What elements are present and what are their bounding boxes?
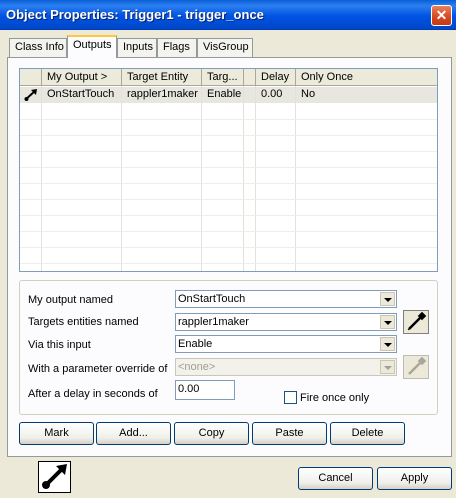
delay-label: After a delay in seconds of [28,388,158,400]
column-header-delay[interactable]: Delay [256,69,296,86]
column-header-target-entity[interactable]: Target Entity [122,69,202,86]
grid-line [20,135,437,136]
cell-my-output: OnStartTouch [47,88,115,100]
apply-button[interactable]: Apply [377,467,452,490]
tab-outputs[interactable]: Outputs [67,35,117,58]
grid-line [20,231,437,232]
tab-label: Inputs [123,41,153,53]
table-row[interactable]: OnStartTouch rappler1maker Enable 0.00 N… [20,87,437,103]
tab-label: Flags [163,41,190,53]
input-combo[interactable]: Enable [175,335,397,353]
tab-label: VisGroup [203,41,249,53]
chevron-down-icon[interactable] [380,337,395,351]
close-icon: ✕ [435,7,448,23]
icon-column-header[interactable] [20,69,42,86]
grid-line [243,86,244,271]
grid-line [20,247,437,248]
close-button[interactable]: ✕ [431,5,452,26]
grid-line [20,119,437,120]
input-label: Via this input [28,339,91,351]
cell-delay: 0.00 [261,88,283,100]
eyedropper-icon [408,356,427,375]
chevron-down-icon[interactable] [380,292,395,306]
copy-button[interactable]: Copy [174,422,249,445]
tab-inputs[interactable]: Inputs [117,38,157,57]
delete-button[interactable]: Delete [330,422,405,445]
column-header-parameter[interactable] [244,69,256,86]
cancel-button[interactable]: Cancel [298,467,373,490]
target-entity-combo[interactable]: rappler1maker [175,313,397,331]
grid-line [201,86,202,271]
parameter-override-value: <none> [178,361,216,373]
parameter-picker-button [403,355,429,379]
grid-line [20,215,437,216]
eyedropper-icon [407,311,427,331]
target-entity-value: rappler1maker [178,316,249,328]
tab-visgroup[interactable]: VisGroup [197,38,253,57]
column-header-my-output[interactable]: My Output > [42,69,122,86]
grid-line [41,86,42,271]
output-arrow-icon [42,464,67,489]
list-header: My Output > Target Entity Targ... Delay … [20,69,437,86]
output-name-value: OnStartTouch [178,293,246,305]
tab-class-info[interactable]: Class Info [9,38,67,57]
tab-label: Outputs [73,39,112,51]
output-name-combo[interactable]: OnStartTouch [175,290,397,308]
window-title: Object Properties: Trigger1 - trigger_on… [6,7,264,22]
object-properties-window: Object Properties: Trigger1 - trigger_on… [0,0,456,498]
entity-output-indicator [38,461,71,493]
column-header-target-input[interactable]: Targ... [202,69,244,86]
grid-line [20,199,437,200]
grid-line [20,167,437,168]
grid-line [20,183,437,184]
parameter-override-combo: <none> [175,358,397,376]
input-value: Enable [178,338,213,350]
mark-button[interactable]: Mark [19,422,94,445]
output-name-label: My output named [28,294,113,306]
fire-once-label: Fire once only [300,392,370,404]
tab-flags[interactable]: Flags [157,38,197,57]
column-header-only-once[interactable]: Only Once [296,69,437,86]
cell-target-entity: rappler1maker [127,88,198,100]
paste-button[interactable]: Paste [252,422,327,445]
grid-line [295,86,296,271]
tab-label: Class Info [15,41,64,53]
parameter-override-label: With a parameter override of [28,363,168,375]
grid-line [20,151,437,152]
delay-input[interactable]: 0.00 [175,380,235,400]
chevron-down-icon[interactable] [380,315,395,329]
grid-line [121,86,122,271]
cell-only-once: No [301,88,316,100]
output-arrow-icon [24,89,37,101]
chevron-down-icon [380,360,395,374]
add-button[interactable]: Add... [96,422,171,445]
target-entity-label: Targets entities named [28,316,139,328]
title-bar[interactable]: Object Properties: Trigger1 - trigger_on… [0,0,456,30]
target-picker-button[interactable] [403,310,429,334]
fire-once-checkbox[interactable] [284,391,297,404]
cell-target-input: Enable [207,88,242,100]
grid-line [255,86,256,271]
outputs-list[interactable]: My Output > Target Entity Targ... Delay … [19,68,438,272]
grid-line [20,263,437,264]
